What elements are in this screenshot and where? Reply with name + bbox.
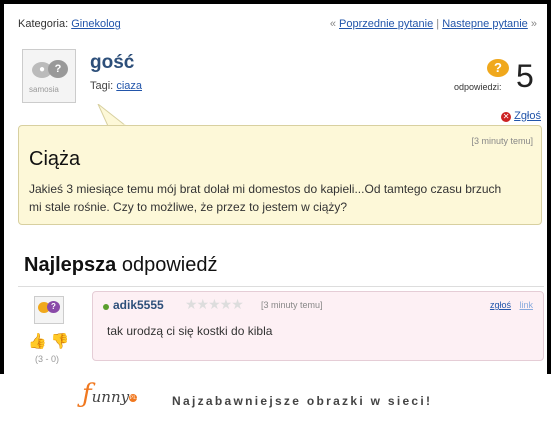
avatar-label: samosia <box>29 85 59 94</box>
answer-time: [3 minuty temu] <box>261 300 323 310</box>
answer-text: tak urodzą ci się kostki do kibla <box>107 324 273 338</box>
report-question-link[interactable]: ✕ Zgłoś <box>501 110 541 122</box>
funny-logo: ƒunnyPL <box>82 379 138 409</box>
answers-bubble-icon: ? <box>487 59 509 77</box>
answer-author[interactable]: adik5555 <box>113 298 164 312</box>
question-body: Jakieś 3 miesiące temu mój brat dolał mi… <box>29 182 502 214</box>
best-answer-heading: Najlepsza odpowiedź <box>24 254 217 277</box>
thumbs-up-icon[interactable]: 👍 <box>28 333 47 350</box>
page-frame: Kategoria: Ginekolog « Poprzednie pytani… <box>4 4 547 374</box>
question-time: [3 minuty temu] <box>471 136 533 146</box>
answer-box: adik5555 ★★★★★ [3 minuty temu] zgłoś lin… <box>92 291 544 361</box>
question-bubble-icon: ? <box>47 301 60 313</box>
next-question-link[interactable]: Nastepne pytanie <box>442 18 528 30</box>
report-x-icon: ✕ <box>501 112 512 122</box>
report-answer-link[interactable]: zgłoś <box>490 300 511 310</box>
rating-stars: ★★★★★ <box>185 296 244 312</box>
best-answer-heading-bold: Najlepsza <box>24 254 117 276</box>
nav-left-arrow: « <box>329 18 336 30</box>
top-bar: Kategoria: Ginekolog « Poprzednie pytani… <box>18 18 537 34</box>
report-label: Zgłoś <box>514 110 541 122</box>
logo-f-icon: ƒ <box>82 379 92 409</box>
divider <box>18 286 544 287</box>
question-author: gość <box>90 52 135 73</box>
category-line: Kategoria: Ginekolog <box>18 18 121 30</box>
nav-separator: | <box>436 18 440 30</box>
question-title: Ciąża <box>29 148 81 170</box>
category-link[interactable]: Ginekolog <box>71 18 121 30</box>
logo-text: unny <box>91 388 130 406</box>
vote-count: (3 - 0) <box>35 354 60 364</box>
tags: Tagi: ciaza <box>90 80 142 92</box>
tags-label: Tagi: <box>90 80 114 92</box>
footer-slogan: Najzabawniejsze obrazki w sieci! <box>172 394 433 408</box>
tag-link[interactable]: ciaza <box>116 80 142 92</box>
online-status-icon <box>103 304 109 310</box>
prev-question-link[interactable]: Poprzednie pytanie <box>339 18 433 30</box>
nav-right-arrow: » <box>530 18 537 30</box>
answers-label: odpowiedzi: <box>454 82 502 92</box>
thumbs-down-icon[interactable]: 👎 <box>51 333 70 350</box>
answer-actions: zgłoś link <box>490 300 533 310</box>
question-nav: « Poprzednie pytanie | Nastepne pytanie … <box>330 18 537 30</box>
answer-permalink[interactable]: link <box>519 300 533 310</box>
answers-count: 5 <box>516 58 534 94</box>
best-answer-heading-rest: odpowiedź <box>116 254 218 276</box>
category-prefix: Kategoria: <box>18 18 69 30</box>
question-box: [3 minuty temu] Ciąża Jakieś 3 miesiące … <box>18 125 542 225</box>
logo-badge: PL <box>129 394 138 402</box>
vote-buttons: 👍 👎 <box>28 332 70 350</box>
footer: ƒunnyPL Najzabawniejsze obrazki w sieci! <box>0 374 551 422</box>
avatar: ● ? samosia <box>22 49 76 103</box>
question-bubble-icon: ? <box>48 60 68 78</box>
answer-avatar: ? <box>34 296 64 324</box>
